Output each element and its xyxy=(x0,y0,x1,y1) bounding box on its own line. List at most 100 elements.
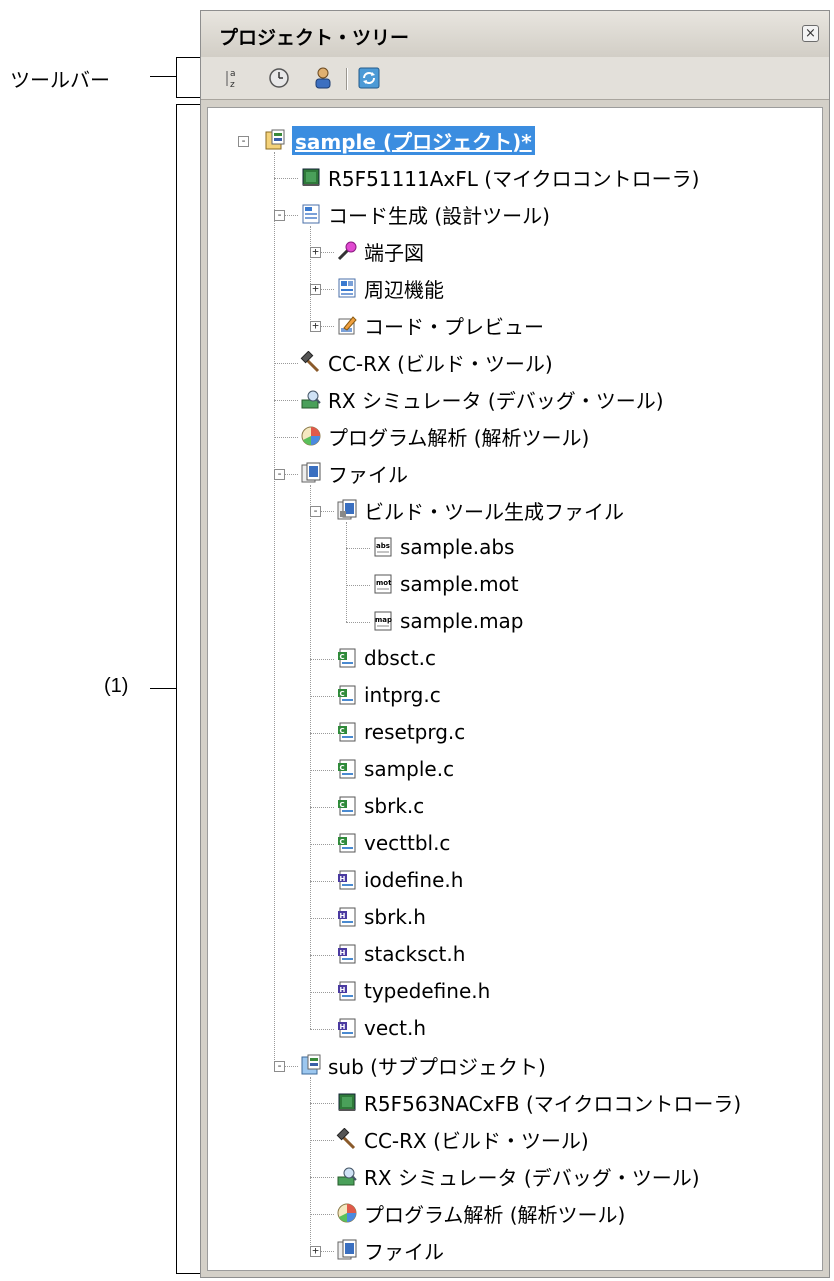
tree-item[interactable]: Htypedefine.h xyxy=(336,973,490,1009)
subproject-icon xyxy=(300,1054,322,1076)
debugger-icon xyxy=(336,1165,358,1187)
collapse-toggle-icon[interactable]: - xyxy=(238,135,249,147)
tree-bracket-bottom xyxy=(176,1273,200,1274)
tree-item-label: ビルド・ツール生成ファイル xyxy=(364,499,624,524)
tree-item[interactable]: Csample.c xyxy=(336,751,454,787)
tree-item-label: vect.h xyxy=(364,1016,427,1040)
tree-guide-line xyxy=(346,584,370,586)
svg-text:abs: abs xyxy=(376,542,390,550)
tree-item[interactable]: ファイル xyxy=(336,1232,444,1268)
project-tree: - sample (プロジェクト)* R5F51111AxFL (マイクロコントロー… xyxy=(207,107,823,1271)
svg-text:C: C xyxy=(340,727,345,735)
person-icon[interactable] xyxy=(311,66,335,90)
sort-icon[interactable]: a z xyxy=(223,66,247,90)
tree-item[interactable]: R5F563NACxFB (マイクロコントローラ) xyxy=(336,1084,741,1120)
svg-text:H: H xyxy=(340,986,346,994)
collapse-toggle-icon[interactable]: - xyxy=(310,505,321,517)
c-file-icon: C xyxy=(336,647,358,669)
toolbar-separator xyxy=(346,68,347,90)
tree-item[interactable]: Hvect.h xyxy=(336,1010,426,1046)
tree-item[interactable]: RX シミュレータ (デバッグ・ツール) xyxy=(336,1158,700,1194)
tree-guide-line xyxy=(310,1139,334,1141)
tree-item[interactable]: ファイル xyxy=(300,455,408,491)
tree-item[interactable]: 端子図 xyxy=(336,233,424,269)
tree-item[interactable]: Cresetprg.c xyxy=(336,714,465,750)
toolbar-callout-line xyxy=(150,76,176,77)
tree-callout-label: (1) xyxy=(104,675,129,697)
tree-item[interactable]: mot sample.mot xyxy=(372,566,519,602)
tree-item[interactable]: Cdbsct.c xyxy=(336,640,436,676)
expand-toggle-icon[interactable]: + xyxy=(310,246,321,258)
clock-icon[interactable] xyxy=(267,66,291,90)
tree-item[interactable]: sub (サブプロジェクト) xyxy=(300,1047,546,1083)
h-file-icon: H xyxy=(336,906,358,928)
h-file-icon: H xyxy=(336,943,358,965)
tree-item-label: resetprg.c xyxy=(364,720,466,744)
folder-icon xyxy=(300,462,322,484)
tree-item-label: sub (サブプロジェクト) xyxy=(328,1054,546,1079)
tree-item[interactable]: Hsbrk.h xyxy=(336,899,426,935)
c-file-icon: C xyxy=(336,832,358,854)
tree-item[interactable]: RX シミュレータ (デバッグ・ツール) xyxy=(300,381,664,417)
tree-guide-line xyxy=(310,880,334,882)
expand-toggle-icon[interactable]: + xyxy=(310,320,321,332)
tree-guide-line xyxy=(274,362,298,364)
svg-text:a: a xyxy=(230,69,236,79)
chip-icon xyxy=(336,1091,358,1113)
tree-item-label: コード生成 (設計ツール) xyxy=(328,203,550,228)
svg-text:C: C xyxy=(340,764,345,772)
tree-guide-line xyxy=(274,177,298,179)
collapse-toggle-icon[interactable]: - xyxy=(274,468,285,480)
preview-icon xyxy=(336,314,358,336)
tree-item[interactable]: コード・プレビュー xyxy=(336,307,544,343)
tree-guide-line xyxy=(346,547,370,549)
svg-text:z: z xyxy=(230,80,235,90)
tree-item[interactable]: プログラム解析 (解析ツール) xyxy=(300,418,589,454)
chip-icon xyxy=(300,166,322,188)
tree-item[interactable]: Hstacksct.h xyxy=(336,936,465,972)
tree-item[interactable]: Csbrk.c xyxy=(336,788,424,824)
tree-item[interactable]: abs sample.abs xyxy=(372,529,514,565)
expand-toggle-icon[interactable]: + xyxy=(310,283,321,295)
expand-toggle-icon[interactable]: + xyxy=(310,1245,321,1257)
tree-item[interactable]: Cintprg.c xyxy=(336,677,441,713)
tree-item[interactable]: プログラム解析 (解析ツール) xyxy=(336,1195,625,1231)
tree-item[interactable]: 周辺機能 xyxy=(336,270,444,306)
tree-item[interactable]: Cvecttbl.c xyxy=(336,825,450,861)
tree-guide-line xyxy=(310,1102,334,1104)
tree-guide-line xyxy=(310,1213,334,1215)
tree-item[interactable]: ビルド・ツール生成ファイル xyxy=(336,492,624,528)
abs-file-icon: abs xyxy=(372,536,394,558)
tree-item-label: sbrk.c xyxy=(364,794,425,818)
tree-guide-line xyxy=(346,521,347,622)
panel-titlebar: プロジェクト・ツリー × xyxy=(201,11,829,57)
tree-item[interactable]: CC-RX (ビルド・ツール) xyxy=(300,344,553,380)
tree-item[interactable]: map sample.map xyxy=(372,603,524,639)
peripheral-icon xyxy=(336,277,358,299)
tree-item-label: iodefine.h xyxy=(364,868,464,892)
tree-item[interactable]: Hiodefine.h xyxy=(336,862,463,898)
c-file-icon: C xyxy=(336,721,358,743)
tree-item[interactable]: コード生成 (設計ツール) xyxy=(300,196,550,232)
analysis-icon xyxy=(336,1202,358,1224)
tree-item[interactable]: CC-RX (ビルド・ツール) xyxy=(336,1121,589,1157)
h-file-icon: H xyxy=(336,980,358,1002)
codegen-icon xyxy=(300,203,322,225)
tree-item[interactable]: R5F51111AxFL (マイクロコントローラ) xyxy=(300,159,699,195)
close-icon[interactable]: × xyxy=(802,25,819,42)
svg-text:H: H xyxy=(340,912,346,920)
toolbar-bracket-bottom xyxy=(176,97,200,98)
tree-guide-line xyxy=(310,1176,334,1178)
svg-text:C: C xyxy=(340,690,345,698)
tree-guide-line xyxy=(274,399,298,401)
collapse-toggle-icon[interactable]: - xyxy=(274,1060,285,1072)
collapse-toggle-icon[interactable]: - xyxy=(274,209,285,221)
svg-text:H: H xyxy=(340,949,346,957)
tree-item[interactable]: sample (プロジェクト)* xyxy=(264,122,535,158)
tree-guide-line xyxy=(310,954,334,956)
tree-guide-line xyxy=(310,991,334,993)
refresh-icon[interactable] xyxy=(357,66,381,90)
svg-text:map: map xyxy=(375,616,392,624)
tree-guide-line xyxy=(310,484,311,1029)
tree-item-label: stacksct.h xyxy=(364,942,466,966)
